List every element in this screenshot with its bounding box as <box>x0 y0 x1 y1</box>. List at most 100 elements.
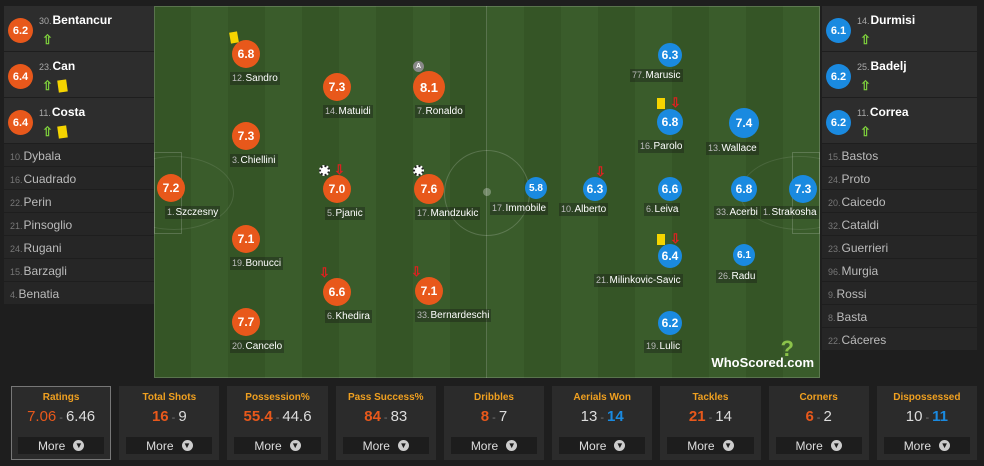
bench-player[interactable]: 32.Cataldi <box>822 213 977 236</box>
bench-player[interactable]: 20.Caicedo <box>822 190 977 213</box>
goal-ball-icon <box>413 165 424 176</box>
rating-badge: 7.4 <box>729 108 759 138</box>
stat-dispossessed[interactable]: Dispossessed 10-11 More ▼ <box>876 386 977 460</box>
stat-ratings[interactable]: Ratings 7.06-6.46 More ▼ <box>11 386 112 460</box>
sub-off-arrow-icon: ⇩ <box>670 95 681 110</box>
bench-player[interactable]: 23.Guerrieri <box>822 236 977 259</box>
player-name: Acerbi <box>729 207 758 218</box>
home-value: 55.4 <box>243 408 273 425</box>
rating-badge: 7.2 <box>157 174 185 202</box>
more-button[interactable]: More ▼ <box>775 437 862 454</box>
more-button[interactable]: More ▼ <box>667 437 754 454</box>
bench-player[interactable]: 10.Dybala <box>4 144 154 167</box>
rating-badge: 6.6 <box>323 278 351 306</box>
bench-player[interactable]: 9.Rossi <box>822 282 977 305</box>
bench-player[interactable]: 21.Pinsoglio <box>4 213 154 236</box>
player-name: Rossi <box>836 287 867 301</box>
player-name: Milinkovic-Savic <box>609 275 681 286</box>
rating-badge: 7.1 <box>415 277 443 305</box>
stat-tackles[interactable]: Tackles 21-14 More ▼ <box>660 386 761 460</box>
more-button[interactable]: More ▼ <box>450 437 538 454</box>
player-name: Durmisi <box>870 13 916 27</box>
sub-on-arrow-icon: ⇧ <box>42 124 53 139</box>
player-name: Cáceres <box>841 333 887 347</box>
player-number: 10. <box>561 204 574 214</box>
player-number: 33. <box>417 310 430 320</box>
stat-dribbles[interactable]: Dribbles 8-7 More ▼ <box>443 386 545 460</box>
player-number: 1. <box>167 207 175 217</box>
stat-pass-success[interactable]: Pass Success% 84-83 More ▼ <box>335 386 436 460</box>
more-button[interactable]: More ▼ <box>342 437 429 454</box>
bench-player[interactable]: 22.Cáceres <box>822 328 977 351</box>
stat-corners[interactable]: Corners 6-2 More ▼ <box>768 386 869 460</box>
sub-on-arrow-icon: ⇧ <box>860 124 871 139</box>
home-value: 6 <box>805 408 814 425</box>
more-button[interactable]: More ▼ <box>18 437 105 454</box>
player-name: Can <box>52 59 76 73</box>
rating-badge: 6.4 <box>8 64 33 89</box>
bench-player[interactable]: 8.Basta <box>822 305 977 328</box>
player-number: 24. <box>828 175 841 185</box>
more-button[interactable]: More ▼ <box>126 437 213 454</box>
player-name: Sandro <box>245 73 278 84</box>
player-number: 14. <box>325 106 338 116</box>
home-value: 10 <box>905 408 923 425</box>
player-number: 26. <box>718 271 731 281</box>
player-name: Parolo <box>653 141 683 152</box>
home-sub-row[interactable]: 6.4 23.Can ⇧ <box>4 52 154 98</box>
away-sub-row[interactable]: 6.2 11.Correa ⇧ <box>822 98 977 144</box>
home-value: 8 <box>480 408 490 425</box>
bench-player[interactable]: 4.Benatia <box>4 282 154 305</box>
away-sub-row[interactable]: 6.1 14.Durmisi ⇧ <box>822 6 977 52</box>
bench-player[interactable]: 24.Rugani <box>4 236 154 259</box>
stat-possession[interactable]: Possession% 55.4-44.6 More ▼ <box>227 386 328 460</box>
home-sub-row[interactable]: 6.2 30.Bentancur ⇧ <box>4 6 154 52</box>
stat-title: Dribbles <box>473 392 514 403</box>
player-number: 15. <box>10 267 23 277</box>
player-number: 9. <box>828 290 836 300</box>
player-name: Benatia <box>18 287 60 301</box>
more-button[interactable]: More ▼ <box>559 437 646 454</box>
player-name: Cancelo <box>245 341 283 352</box>
player-name: Basta <box>836 310 868 324</box>
player-name: Wallace <box>721 143 757 154</box>
sub-off-arrow-icon: ⇩ <box>670 231 681 246</box>
bench-player[interactable]: 22.Perin <box>4 190 154 213</box>
chevron-down-icon: ▼ <box>73 440 85 451</box>
home-value: 84 <box>364 408 381 425</box>
bench-player[interactable]: 96.Murgia <box>822 259 977 282</box>
player-number: 22. <box>10 198 23 208</box>
bench-player[interactable]: 15.Bastos <box>822 144 977 167</box>
player-number: 12. <box>232 73 245 83</box>
player-number: 20. <box>232 341 245 351</box>
stat-aerials-won[interactable]: Aerials Won 13-14 More ▼ <box>552 386 653 460</box>
away-sub-row[interactable]: 6.2 25.Badelj ⇧ <box>822 52 977 98</box>
stat-total-shots[interactable]: Total Shots 16-9 More ▼ <box>119 386 220 460</box>
player-name: Bastos <box>841 149 879 163</box>
home-value: 21 <box>688 408 706 425</box>
rating-badge: 7.3 <box>232 122 260 150</box>
rating-badge: 7.3 <box>323 73 351 101</box>
rating-badge: 6.1 <box>826 18 851 43</box>
more-button[interactable]: More ▼ <box>234 437 321 454</box>
bench-player[interactable]: 24.Proto <box>822 167 977 190</box>
sub-on-arrow-icon: ⇧ <box>42 78 53 93</box>
chevron-down-icon: ▼ <box>289 440 301 451</box>
away-value: 6.46 <box>65 408 96 425</box>
away-value: 11 <box>932 408 948 425</box>
more-button[interactable]: More ▼ <box>883 437 970 454</box>
player-name: Costa <box>51 105 86 119</box>
yellow-card-icon <box>57 78 68 93</box>
bench-player[interactable]: 16.Cuadrado <box>4 167 154 190</box>
player-name: Alberto <box>574 204 607 215</box>
player-number: 15. <box>828 152 841 162</box>
rating-badge: 6.2 <box>658 311 682 335</box>
home-sub-row[interactable]: 6.4 11.Costa ⇧ <box>4 98 154 144</box>
bench-player[interactable]: 15.Barzagli <box>4 259 154 282</box>
player-number: 1. <box>763 207 771 217</box>
player-name: Szczesny <box>175 207 219 218</box>
rating-badge: 6.4 <box>658 244 682 268</box>
rating-badge: 6.8 <box>232 40 260 68</box>
player-number: 11. <box>857 108 869 118</box>
whoscored-logo: ? WhoScored.com <box>711 336 814 370</box>
